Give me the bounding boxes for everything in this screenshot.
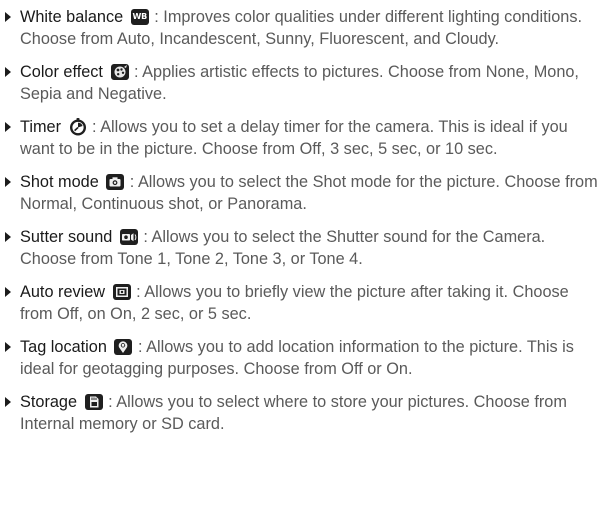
tag-location-icon [114,339,133,355]
item-term: White balance [20,8,124,26]
item-term: Shot mode [20,173,99,191]
bullet-arrow-icon [5,397,11,407]
shutter-sound-icon [119,229,138,245]
list-item-shot-mode: Shot mode : Allows you to select the Sho… [0,171,611,215]
bullet-arrow-icon [5,342,11,352]
item-term: Tag location [20,338,107,356]
bullet-arrow-icon [5,12,11,22]
list-item-shutter-sound: Sutter sound : Allows you to select the … [0,226,611,270]
list-item-white-balance: White balance WB : Improves color qualit… [0,6,611,50]
bullet-arrow-icon [5,287,11,297]
bullet-arrow-icon [5,177,11,187]
auto-review-icon [112,284,131,300]
storage-icon [84,394,103,410]
item-term: Color effect [20,63,103,81]
white-balance-icon: WB [130,9,149,25]
camera-settings-list: White balance WB : Improves color qualit… [0,0,611,509]
white-balance-icon-label: WB [132,12,148,21]
list-item-tag-location: Tag location : Allows you to add locatio… [0,336,611,380]
item-term: Storage [20,393,78,411]
item-description: : Applies artistic effects to pictures. … [20,63,579,103]
shot-mode-icon [106,174,125,190]
bullet-arrow-icon [5,232,11,242]
list-item-storage: Storage : Allows you to select where to … [0,391,611,435]
bullet-arrow-icon [5,67,11,77]
item-description: : Allows you to set a delay timer for th… [20,118,568,158]
list-item-color-effect: Color effect : Applies artistic effects … [0,61,611,105]
list-item-auto-review: Auto review : Allows you to briefly view… [0,281,611,325]
item-term: Sutter sound [20,228,113,246]
item-term: Auto review [20,283,106,301]
item-term: Timer [20,118,61,136]
color-effect-icon [110,64,129,80]
bullet-arrow-icon [5,122,11,132]
list-item-timer: Timer : Allows you to set a delay timer … [0,116,611,160]
timer-icon [69,118,87,136]
